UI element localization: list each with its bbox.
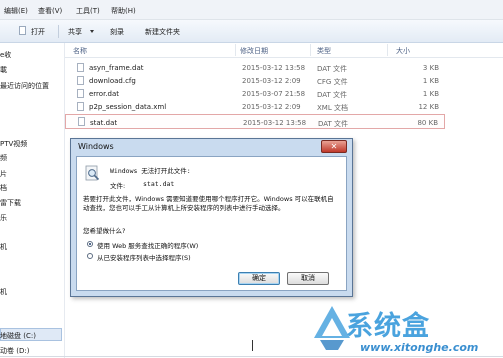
file-icon [77, 89, 84, 98]
dialog-heading: Windows 无法打开此文件: [110, 167, 191, 175]
file-size: 12 KB [418, 103, 439, 111]
file-name: asyn_frame.dat [89, 64, 144, 72]
file-icon [77, 63, 84, 72]
navigation-pane: e收 載 最近访问的位置 PTV视频 频 片 档 雷下载 乐 机 机 地磁盘 (… [0, 43, 65, 358]
file-row-highlighted[interactable]: stat.dat 2015-03-12 13:58 DAT 文件 80 KB [65, 114, 445, 129]
menu-view[interactable]: 查看(V) [38, 6, 62, 16]
file-row[interactable]: asyn_frame.dat 2015-03-12 13:58 DAT 文件 3… [65, 62, 445, 74]
file-name: stat.dat [90, 119, 118, 127]
file-size: 1 KB [422, 90, 439, 98]
burn-button[interactable]: 刻录 [110, 27, 124, 37]
column-date[interactable]: 修改日期 [240, 46, 268, 56]
dialog-message: 若要打开此文件，Windows 需要知道要使用哪个程序打开它。Windows 可… [83, 195, 334, 212]
file-type: CFG 文件 [317, 78, 348, 86]
file-type: DAT 文件 [318, 120, 349, 128]
watermark-url: www.xitonghe.com [360, 341, 479, 354]
file-date: 2015-03-12 13:58 [242, 64, 306, 72]
file-name: error.dat [89, 90, 120, 98]
file-row[interactable]: download.cfg 2015-03-12 2:09 CFG 文件 1 KB [65, 75, 445, 87]
file-type: XML 文档 [317, 104, 348, 112]
file-type: DAT 文件 [317, 91, 348, 99]
file-icon [77, 76, 84, 85]
file-row[interactable]: error.dat 2015-03-07 21:58 DAT 文件 1 KB [65, 88, 445, 100]
file-icon [78, 117, 85, 126]
file-name: p2p_session_data.xml [89, 103, 167, 111]
nav-item[interactable]: 频 [0, 153, 7, 163]
open-file-icon [19, 26, 26, 35]
text-cursor [252, 340, 253, 351]
nav-item[interactable]: 机 [0, 242, 7, 252]
close-button[interactable]: ✕ [321, 140, 347, 153]
nav-item[interactable]: 片 [0, 169, 7, 179]
file-name: download.cfg [89, 77, 136, 85]
file-size: 80 KB [417, 119, 438, 127]
nav-item-drive-d[interactable]: 动卷 (D:) [0, 346, 29, 356]
file-label: 文件: [110, 182, 126, 190]
column-name[interactable]: 名称 [73, 46, 87, 56]
menu-bar: 编辑(E) 查看(V) 工具(T) 帮助(H) [0, 0, 503, 20]
bottom-border [0, 356, 503, 357]
file-size: 1 KB [422, 77, 439, 85]
file-date: 2015-03-12 2:09 [242, 103, 301, 111]
file-row[interactable]: p2p_session_data.xml 2015-03-12 2:09 XML… [65, 101, 445, 113]
ok-button[interactable]: 确定 [238, 272, 280, 285]
nav-item[interactable]: 雷下载 [0, 198, 21, 208]
menu-edit[interactable]: 编辑(E) [4, 6, 28, 16]
open-button[interactable]: 打开 [31, 27, 45, 37]
option-list-label[interactable]: 从已安装程序列表中选择程序(S) [97, 252, 191, 262]
cancel-button[interactable]: 取消 [287, 272, 329, 285]
file-icon [77, 102, 84, 111]
share-button[interactable]: 共享 [68, 27, 82, 37]
dialog-body: Windows 无法打开此文件: 文件: stat.dat 若要打开此文件，Wi… [76, 156, 347, 291]
dialog-title: Windows [78, 142, 114, 151]
column-type[interactable]: 类型 [317, 46, 331, 56]
open-with-dialog: Windows ✕ Windows 无法打开此文件: 文件: stat.dat … [70, 138, 353, 297]
file-date: 2015-03-12 13:58 [243, 119, 307, 127]
nav-item-computer[interactable]: 机 [0, 287, 7, 297]
file-date: 2015-03-12 2:09 [242, 77, 301, 85]
file-size: 3 KB [422, 64, 439, 72]
column-header: 名称 修改日期 类型 大小 [65, 43, 503, 58]
new-folder-button[interactable]: 新建文件夹 [145, 27, 180, 37]
column-size[interactable]: 大小 [396, 46, 410, 56]
nav-item[interactable]: e收 [0, 50, 11, 60]
nav-item-recent[interactable]: 最近访问的位置 [0, 81, 49, 91]
column-divider[interactable] [310, 44, 311, 56]
option-web-label[interactable]: 使用 Web 服务查找正确的程序(W) [97, 240, 198, 250]
dialog-question: 您希望做什么? [83, 227, 126, 235]
nav-item[interactable]: 載 [0, 65, 7, 75]
file-type: DAT 文件 [317, 65, 348, 73]
file-date: 2015-03-07 21:58 [242, 90, 306, 98]
column-divider[interactable] [387, 44, 388, 56]
search-icon [85, 165, 100, 181]
nav-item[interactable]: PTV视频 [0, 139, 27, 149]
file-value: stat.dat [143, 180, 175, 188]
watermark: 系统盒 www.xitonghe.com [298, 300, 503, 358]
radio-web[interactable] [87, 241, 93, 247]
toolbar-separator [58, 25, 59, 38]
column-divider[interactable] [235, 44, 236, 56]
watermark-brand: 系统盒 [346, 311, 430, 342]
nav-item[interactable]: 档 [0, 183, 7, 193]
menu-help[interactable]: 帮助(H) [111, 6, 136, 16]
chevron-down-icon [90, 30, 94, 33]
radio-list[interactable] [87, 253, 93, 259]
menu-tools[interactable]: 工具(T) [76, 6, 100, 16]
nav-item-drive-c[interactable]: 地磁盘 (C:) [0, 331, 36, 341]
nav-item[interactable]: 乐 [0, 213, 7, 223]
toolbar: 打开 共享 刻录 新建文件夹 [0, 20, 503, 43]
